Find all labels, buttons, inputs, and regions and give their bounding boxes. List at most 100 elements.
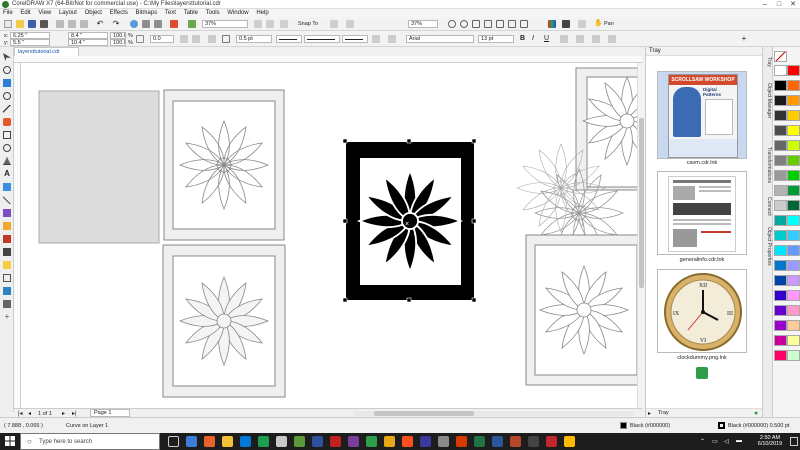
font-list-dropdown[interactable]: Arial: [406, 35, 474, 43]
color-swatch[interactable]: [787, 245, 800, 256]
vertical-scroll-thumb[interactable]: [639, 118, 644, 288]
parallel-dimension-tool-icon[interactable]: [3, 183, 11, 191]
copy-icon[interactable]: [68, 20, 76, 28]
zoom-height-icon[interactable]: [520, 20, 528, 28]
options-icon[interactable]: [330, 20, 338, 28]
color-swatch[interactable]: [774, 305, 787, 316]
task-view-icon[interactable]: [168, 436, 179, 447]
zoom-all-icon[interactable]: [484, 20, 492, 28]
zoom-level-field-right[interactable]: 37%: [408, 20, 438, 28]
flower-panel-right-bottom[interactable]: [525, 234, 639, 386]
color-swatch[interactable]: [774, 320, 787, 331]
display-mode-icon[interactable]: [562, 20, 570, 28]
color-swatch[interactable]: [774, 140, 787, 151]
drop-shadow-tool-icon[interactable]: [3, 209, 11, 217]
color-swatch[interactable]: [774, 185, 787, 196]
color-swatch[interactable]: [774, 95, 787, 106]
color-swatch[interactable]: [787, 140, 800, 151]
flower-panel-right-top[interactable]: [575, 67, 639, 191]
color-swatch[interactable]: [774, 80, 787, 91]
coreldraw-taskbar-icon[interactable]: [258, 436, 269, 447]
color-swatch[interactable]: [774, 110, 787, 121]
color-swatch[interactable]: [787, 80, 800, 91]
next-page-icon[interactable]: ▸: [62, 410, 65, 417]
horizontal-scrollbar[interactable]: [354, 411, 634, 416]
color-swatch[interactable]: [787, 290, 800, 301]
horizontal-ruler[interactable]: [14, 56, 642, 63]
color-eyedropper-tool-icon[interactable]: [3, 235, 11, 243]
network-icon[interactable]: ▭: [712, 438, 718, 445]
outline-width-field[interactable]: 0.5 pt: [236, 35, 272, 43]
menu-table[interactable]: Table: [181, 9, 201, 18]
zoom-level-field-left[interactable]: 37%: [202, 20, 248, 28]
redo-icon[interactable]: ↷: [112, 20, 120, 28]
start-arrowhead-dropdown[interactable]: [276, 35, 302, 43]
taskbar-search-box[interactable]: ○ Type here to search: [20, 433, 160, 450]
close-button[interactable]: ✕: [786, 0, 800, 9]
paste-icon[interactable]: [80, 20, 88, 28]
x-position-field[interactable]: 6.25 ": [10, 32, 50, 39]
text-tool-icon[interactable]: A: [3, 170, 11, 178]
menu-object[interactable]: Object: [82, 9, 105, 18]
bullet-list-icon[interactable]: [576, 35, 584, 43]
shape-tool-icon[interactable]: [3, 66, 11, 74]
combine-icon[interactable]: [208, 35, 216, 43]
height-field[interactable]: 10.4 ": [68, 39, 108, 46]
docker-tab-object-properties[interactable]: Object Properties: [764, 227, 772, 266]
snap-to-dropdown[interactable]: Snap To: [298, 21, 318, 27]
store-icon[interactable]: [240, 436, 251, 447]
app-icon-blue[interactable]: [312, 436, 323, 447]
zoom-in-icon[interactable]: [448, 20, 456, 28]
app-icon-red[interactable]: [330, 436, 341, 447]
menu-tools[interactable]: Tools: [203, 9, 223, 18]
tray-item-generalinfo[interactable]: generalinfo.cdr.lnk: [657, 171, 747, 265]
color-swatch[interactable]: [774, 245, 787, 256]
bold-icon[interactable]: B: [520, 35, 528, 43]
underline-icon[interactable]: U: [544, 35, 552, 43]
document-tab[interactable]: layersttutorial.cdr: [14, 47, 79, 56]
app-launcher-icon[interactable]: [188, 20, 196, 28]
maximize-button[interactable]: □: [772, 0, 786, 9]
color-swatch[interactable]: [774, 275, 787, 286]
menu-effects[interactable]: Effects: [107, 9, 131, 18]
transparency-tool-icon[interactable]: [3, 222, 11, 230]
color-swatch[interactable]: [787, 305, 800, 316]
menu-text[interactable]: Text: [162, 9, 179, 18]
rulers-icon[interactable]: [266, 20, 274, 28]
docker-tab-object-manager[interactable]: Object Manager: [764, 83, 772, 119]
docker-tab-transformations[interactable]: Transformations: [764, 147, 772, 183]
color-swatch[interactable]: [787, 170, 800, 181]
app-icon-acrobat[interactable]: [546, 436, 557, 447]
end-arrowhead-dropdown[interactable]: [342, 35, 368, 43]
color-swatch[interactable]: [787, 185, 800, 196]
tray-link-icon[interactable]: [696, 367, 708, 379]
mirror-horizontal-icon[interactable]: [180, 35, 188, 43]
color-swatch[interactable]: [774, 335, 787, 346]
polygon-tool-icon[interactable]: [3, 157, 11, 165]
menu-layout[interactable]: Layout: [56, 9, 80, 18]
y-position-field[interactable]: 5.5 ": [10, 39, 50, 46]
color-swatch[interactable]: [787, 110, 800, 121]
app-icon-adobe[interactable]: [510, 436, 521, 447]
color-swatch[interactable]: [787, 155, 800, 166]
page-sorter-icon[interactable]: [578, 20, 586, 28]
tray-thumbnail-clockdummy[interactable]: XII III VI IX: [657, 269, 747, 353]
color-swatch[interactable]: [774, 260, 787, 271]
flower-panel-bottom[interactable]: [162, 244, 286, 398]
color-swatch[interactable]: [787, 320, 800, 331]
app-icon-powerpoint[interactable]: [456, 436, 467, 447]
docker-tab-tray[interactable]: Tray: [764, 57, 772, 67]
line-style-dropdown[interactable]: [304, 35, 340, 43]
text-align-icon[interactable]: [560, 35, 568, 43]
menu-file[interactable]: File: [0, 9, 16, 18]
first-page-icon[interactable]: |◂: [18, 410, 23, 417]
color-swatch[interactable]: [787, 350, 800, 361]
zoom-out-icon[interactable]: [460, 20, 468, 28]
zoom-selected-icon[interactable]: [472, 20, 480, 28]
rotation-angle-field[interactable]: 0.0: [150, 35, 174, 43]
app-icon-yellow[interactable]: [384, 436, 395, 447]
page-tab-1[interactable]: Page 1: [90, 409, 130, 417]
scale-width-field[interactable]: 100.0: [110, 32, 126, 39]
search-content-icon[interactable]: [130, 20, 138, 28]
app-icon-dark[interactable]: [528, 436, 539, 447]
